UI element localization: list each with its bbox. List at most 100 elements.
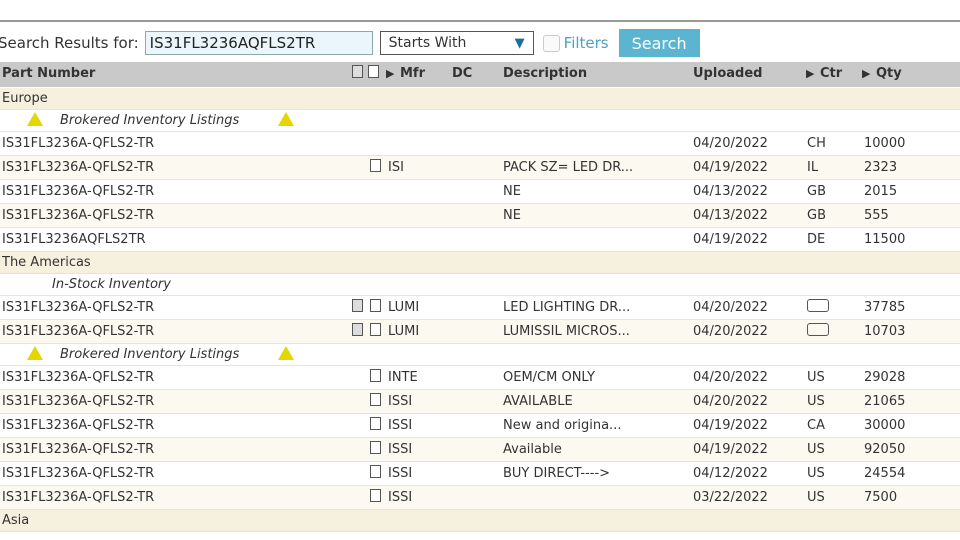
quantity: 92050 [864, 442, 906, 457]
country: US [807, 370, 825, 385]
table-row[interactable]: IS31FL3236A-QFLS2-TR ISSI 03/22/2022 US 750… [0, 486, 960, 510]
description: NE [503, 208, 521, 223]
table-row[interactable]: IS31FL3236A-QFLS2-TR NE 04/13/2022 GB 555 [0, 204, 960, 228]
part-number[interactable]: IS31FL3236A-QFLS2-TR [2, 486, 154, 510]
warning-icon [278, 110, 294, 132]
document-icon[interactable] [370, 438, 381, 462]
uploaded-date: 04/20/2022 [693, 136, 768, 151]
uploaded-date: 03/22/2022 [693, 490, 768, 505]
section-label: Brokered Inventory Listings [60, 347, 240, 362]
quantity: 30000 [864, 418, 906, 433]
country: CA [807, 418, 825, 433]
chevron-down-icon: ▼ [514, 35, 525, 51]
table-row[interactable]: IS31FL3236A-QFLS2-TR ISSI New and origina… [0, 414, 960, 438]
region-label: The Americas [2, 255, 91, 270]
document-icon [368, 62, 379, 86]
document-icon[interactable] [370, 320, 381, 344]
table-row[interactable]: IS31FL3236AQFLS2TR 04/19/2022 DE 11500 [0, 228, 960, 252]
document-icon[interactable] [370, 390, 381, 414]
country: CH [807, 136, 826, 151]
table-row[interactable]: IS31FL3236A-QFLS2-TR 04/20/2022 CH 10000 [0, 132, 960, 156]
document-icon[interactable] [370, 366, 381, 390]
part-number[interactable]: IS31FL3236A-QFLS2-TR [2, 366, 154, 390]
document-icon[interactable] [370, 156, 381, 180]
region-row: Asia [0, 510, 960, 532]
quantity: 21065 [864, 394, 906, 409]
country: US [807, 442, 825, 457]
uploaded-date: 04/19/2022 [693, 442, 768, 457]
col-qty[interactable]: Qty [876, 62, 902, 86]
search-bar: Search Results for: IS31FL3236AQFLS2TR S… [0, 29, 700, 57]
filters-checkbox[interactable] [542, 34, 560, 52]
description: AVAILABLE [503, 394, 573, 409]
quantity: 24554 [864, 466, 906, 481]
match-mode-value: Starts With [388, 35, 467, 51]
americas-map-icon [807, 296, 829, 320]
part-number[interactable]: IS31FL3236A-QFLS2-TR [2, 296, 154, 320]
uploaded-date: 04/12/2022 [693, 466, 768, 481]
country: GB [807, 184, 826, 199]
part-number[interactable]: IS31FL3236AQFLS2TR [2, 228, 146, 252]
quantity: 10703 [864, 324, 906, 339]
part-number[interactable]: IS31FL3236A-QFLS2-TR [2, 414, 154, 438]
description: New and origina... [503, 418, 622, 433]
country: US [807, 490, 825, 505]
part-number[interactable]: IS31FL3236A-QFLS2-TR [2, 438, 154, 462]
country: DE [807, 232, 826, 247]
warning-icon [278, 344, 294, 366]
mfr: ISSI [388, 442, 413, 457]
uploaded-date: 04/19/2022 [693, 418, 768, 433]
search-button[interactable]: Search [618, 29, 700, 57]
table-row[interactable]: IS31FL3236A-QFLS2-TR ISSI AVAILABLE 04/20… [0, 390, 960, 414]
table-row[interactable]: IS31FL3236A-QFLS2-TR LUMI LED LIGHTING DR… [0, 296, 960, 320]
table-row[interactable]: IS31FL3236A-QFLS2-TR ISI PACK SZ= LED DR.… [0, 156, 960, 180]
table-row[interactable]: IS31FL3236A-QFLS2-TR NE 04/13/2022 GB 2015 [0, 180, 960, 204]
part-number[interactable]: IS31FL3236A-QFLS2-TR [2, 462, 154, 486]
country: IL [807, 160, 819, 175]
document-icon[interactable] [370, 414, 381, 438]
part-number[interactable]: IS31FL3236A-QFLS2-TR [2, 180, 154, 204]
col-part-number[interactable]: Part Number [2, 62, 95, 86]
quantity: 37785 [864, 300, 906, 315]
quantity: 10000 [864, 136, 906, 151]
col-dc[interactable]: DC [452, 62, 472, 86]
section-row: Brokered Inventory Listings [0, 110, 960, 132]
quantity: 2323 [864, 160, 898, 175]
mfr: ISSI [388, 418, 413, 433]
match-mode-select[interactable]: Starts With ▼ [379, 31, 534, 55]
table-row[interactable]: IS31FL3236A-QFLS2-TR ISSI Available 04/19… [0, 438, 960, 462]
description: LUMISSIL MICROS... [503, 324, 630, 339]
datasheet-icon[interactable] [352, 320, 363, 344]
col-ctr[interactable]: Ctr [820, 62, 842, 86]
table-row[interactable]: IS31FL3236A-QFLS2-TR LUMI LUMISSIL MICROS… [0, 320, 960, 344]
description: LED LIGHTING DR... [503, 300, 631, 315]
filters-label[interactable]: Filters [564, 34, 609, 52]
part-number[interactable]: IS31FL3236A-QFLS2-TR [2, 390, 154, 414]
datasheet-icon [352, 62, 363, 86]
col-mfr[interactable]: Mfr [400, 62, 425, 86]
sort-arrow-icon: ▶ [386, 67, 395, 80]
part-number[interactable]: IS31FL3236A-QFLS2-TR [2, 204, 154, 228]
document-icon[interactable] [370, 462, 381, 486]
col-description[interactable]: Description [503, 62, 587, 86]
mfr: ISI [388, 160, 404, 175]
mfr: ISSI [388, 394, 413, 409]
table-row[interactable]: IS31FL3236A-QFLS2-TR ISSI BUY DIRECT---->… [0, 462, 960, 486]
section-label: Brokered Inventory Listings [60, 113, 240, 128]
col-uploaded[interactable]: Uploaded [693, 62, 762, 86]
table-row[interactable]: IS31FL3236A-QFLS2-TR INTE OEM/CM ONLY 04/… [0, 366, 960, 390]
section-row: In-Stock Inventory [0, 274, 960, 296]
document-icon[interactable] [370, 486, 381, 510]
section-row: Brokered Inventory Listings [0, 344, 960, 366]
region-label: Europe [2, 91, 48, 106]
uploaded-date: 04/20/2022 [693, 394, 768, 409]
search-input[interactable]: IS31FL3236AQFLS2TR [144, 31, 373, 55]
datasheet-icon[interactable] [352, 296, 363, 320]
part-number[interactable]: IS31FL3236A-QFLS2-TR [2, 320, 154, 344]
part-number[interactable]: IS31FL3236A-QFLS2-TR [2, 156, 154, 180]
document-icon[interactable] [370, 296, 381, 320]
quantity: 2015 [864, 184, 898, 199]
country: US [807, 466, 825, 481]
uploaded-date: 04/19/2022 [693, 232, 768, 247]
part-number[interactable]: IS31FL3236A-QFLS2-TR [2, 132, 154, 156]
